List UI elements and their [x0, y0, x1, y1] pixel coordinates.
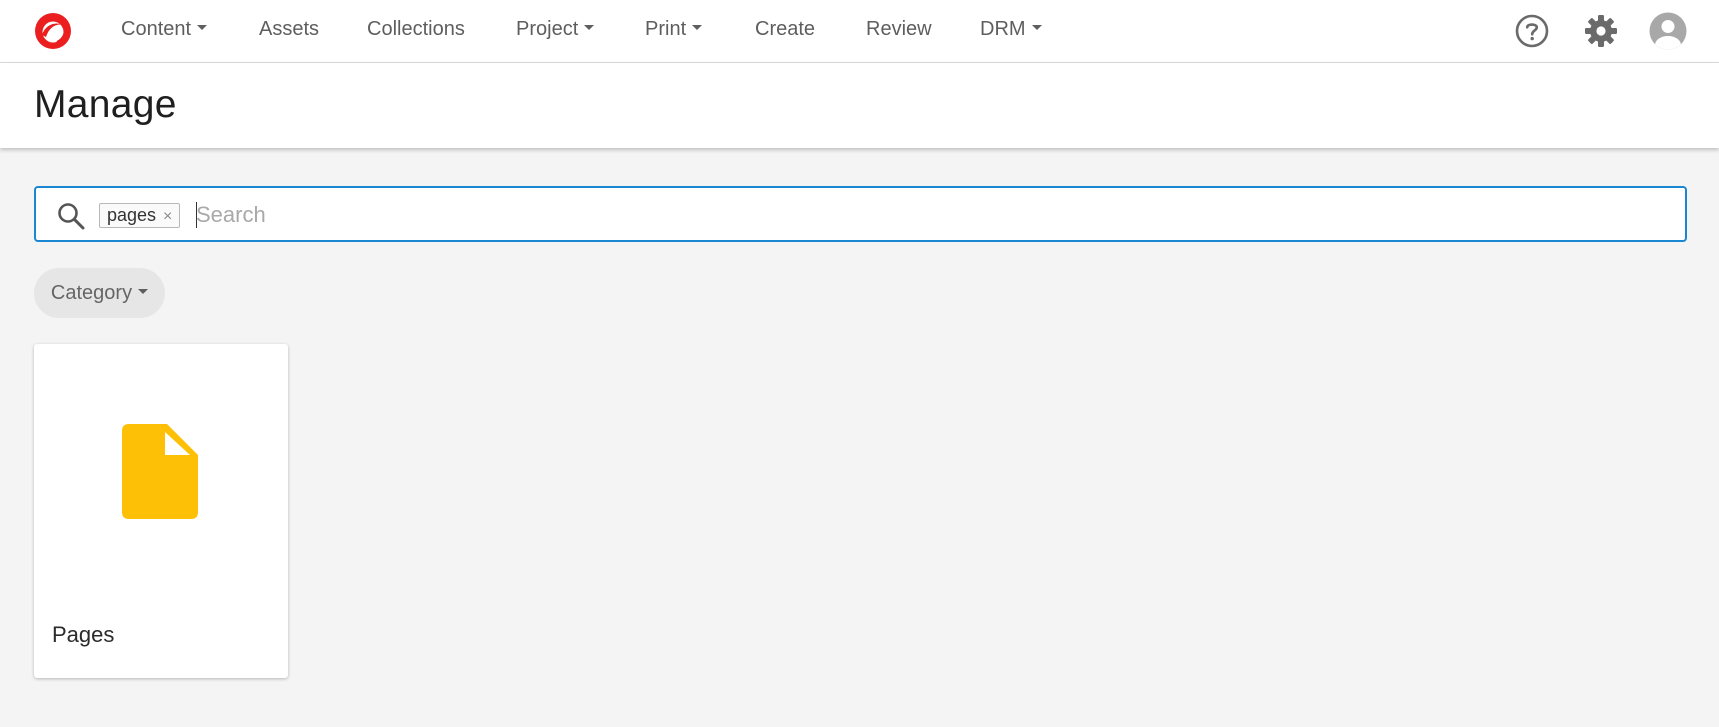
nav-assets-link[interactable]: Assets	[259, 18, 319, 41]
search-filter-chip: pages ×	[99, 203, 181, 228]
document-icon	[122, 424, 198, 519]
chevron-down-icon	[1031, 25, 1042, 31]
nav-print-menu[interactable]: Print	[645, 18, 703, 41]
category-filter-label: Category	[50, 282, 133, 304]
search-icon	[58, 203, 85, 230]
search-chip-label: pages	[107, 205, 157, 225]
page-header: Manage	[0, 63, 1719, 148]
top-navigation-bar: Content Assets Collections Project Print…	[0, 0, 1719, 63]
nav-collections-label: Collections	[367, 18, 465, 40]
nav-drm-label: DRM	[980, 18, 1026, 40]
chevron-down-icon	[692, 25, 703, 31]
nav-assets-label: Assets	[259, 18, 320, 40]
help-icon[interactable]	[1513, 12, 1551, 50]
nav-create-link[interactable]: Create	[755, 18, 815, 41]
nav-project-label: Project	[516, 18, 579, 40]
app-logo-icon[interactable]	[33, 11, 73, 51]
nav-content-menu[interactable]: Content	[121, 18, 208, 41]
page-title: Manage	[34, 83, 177, 126]
chevron-down-icon	[584, 25, 595, 31]
chevron-down-icon	[197, 25, 208, 31]
nav-project-menu[interactable]: Project	[516, 18, 595, 41]
search-input[interactable]	[196, 196, 1656, 234]
nav-create-label: Create	[755, 18, 816, 40]
nav-print-label: Print	[645, 18, 687, 40]
nav-collections-link[interactable]: Collections	[367, 18, 465, 41]
chevron-down-icon	[138, 289, 149, 295]
nav-content-label: Content	[121, 18, 192, 40]
category-filter-button[interactable]: Category	[34, 268, 165, 318]
search-bar[interactable]: pages ×	[34, 186, 1687, 242]
nav-review-link[interactable]: Review	[866, 18, 932, 41]
card-label: Pages	[52, 622, 115, 647]
gear-icon[interactable]	[1582, 12, 1620, 50]
user-avatar-icon[interactable]	[1649, 12, 1687, 50]
chip-remove-icon[interactable]: ×	[163, 205, 172, 228]
pages-card[interactable]: Pages	[34, 344, 288, 678]
nav-review-label: Review	[866, 18, 932, 40]
nav-drm-menu[interactable]: DRM	[980, 18, 1042, 41]
